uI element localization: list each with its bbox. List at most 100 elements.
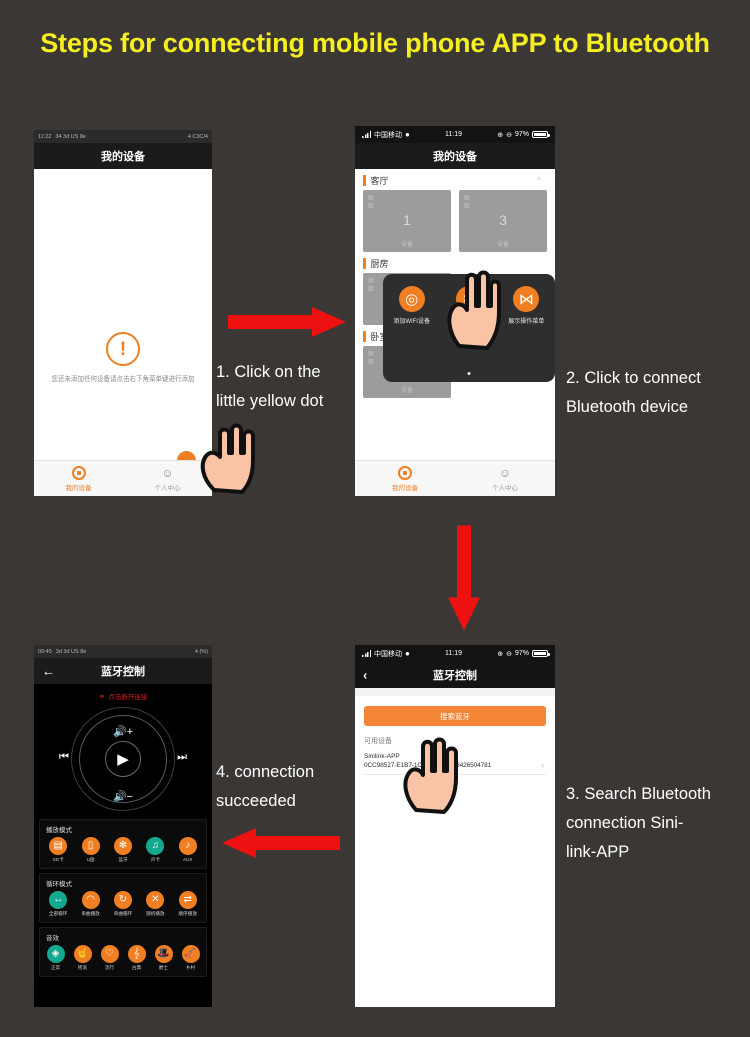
mode-item-aux[interactable]: ♪ AUX (173, 837, 203, 863)
device-icon: ▤ ▥ (464, 195, 470, 209)
country-effect-icon: 🎻 (181, 945, 200, 963)
chevron-left-icon[interactable]: ‹ (363, 669, 367, 682)
normal-effect-icon: ◈ (46, 945, 65, 963)
play-button[interactable]: ▶ (105, 741, 141, 777)
status-battery-pct: 97% (514, 131, 529, 138)
status-battery-pct: 97% (514, 650, 529, 657)
person-icon: ☺ (498, 465, 512, 480)
effect-item-normal[interactable]: ◈ 正常 (42, 945, 69, 971)
effect-item-jazz[interactable]: 🎩 爵士 (150, 945, 177, 971)
volume-down-button[interactable]: 🔊− (113, 790, 133, 803)
tab-my-devices[interactable]: 我的设备 (34, 461, 123, 496)
previous-track-button[interactable]: ⏮ (59, 751, 69, 764)
soundcard-icon: ♫ (146, 837, 165, 855)
nav-bar: ← 蓝牙控制 (34, 658, 212, 684)
status-carrier: 34 3d US 8e (55, 133, 86, 140)
repeat-one-icon: ↻ (113, 891, 132, 909)
status-time: 09:45 (38, 648, 52, 655)
status-carrier: 3d 3d US 8e (55, 648, 87, 655)
chevron-up-icon[interactable]: ^ (537, 176, 541, 185)
sequential-icon: ⇄ (178, 891, 197, 909)
popup-add-wifi-device[interactable]: ◎ 添加WIFI设备 (386, 286, 438, 325)
mode-label: 蓝牙 (118, 857, 128, 862)
status-battery: 4 C3C/4 (187, 133, 208, 140)
mode-label: 乡村 (185, 965, 196, 970)
device-card[interactable]: ▤ ▥ 3 设备 (459, 190, 547, 252)
usb-icon: ▯ (81, 837, 100, 855)
status-battery: 4 (%) (194, 648, 208, 655)
hand-cursor-2 (447, 270, 501, 350)
chevron-right-icon: › (541, 760, 544, 770)
effect-item-rock[interactable]: 🤘 摇滚 (69, 945, 96, 971)
divider (355, 688, 555, 696)
device-number: 1 (403, 212, 411, 228)
shuffle-icon: ✕ (146, 891, 165, 909)
loop-item-all[interactable]: ↔ 全部循环 (43, 891, 73, 917)
tab-profile[interactable]: ☺ 个人中心 (455, 461, 555, 496)
tutorial-page: Steps for connecting mobile phone APP to… (0, 0, 750, 1037)
popup-show-action-menu[interactable]: ⋈ 展示操作菜单 (500, 286, 552, 325)
wifi-icon: ● (405, 648, 410, 658)
pop-effect-icon: ♡ (100, 945, 119, 963)
section-title: 厨房 (370, 259, 389, 269)
caption-step-4: 4. connection succeeded (216, 758, 366, 816)
person-icon: ☺ (161, 465, 174, 480)
nav-title: 我的设备 (433, 151, 477, 163)
status-bar: 09:45 3d 3d US 8e 4 (%) (34, 645, 212, 658)
mode-item-bluetooth[interactable]: ✻ 蓝牙 (108, 837, 138, 863)
section-accent-bar (363, 175, 366, 186)
device-icon: ▤ ▥ (368, 278, 374, 292)
device-ring-icon (71, 465, 86, 480)
nav-bar: 我的设备 (355, 143, 555, 169)
loop-item-sequential[interactable]: ⇄ 顺序播放 (173, 891, 203, 917)
arrow-step-2-to-3 (448, 525, 480, 631)
classical-effect-icon: 𝄞 (127, 945, 146, 963)
disconnect-row[interactable]: ⚭ 点击断开连接 (34, 684, 212, 703)
tab-label: 个人中心 (492, 484, 518, 492)
device-card-row: ▤ ▥ 1 设备 ▤ ▥ 3 设备 (355, 190, 555, 252)
grid-dots-icon: ⋈ (513, 286, 540, 312)
loop-item-single-play[interactable]: ◠ 单曲播放 (76, 891, 106, 917)
device-card[interactable]: ▤ ▥ 1 设备 (363, 190, 451, 252)
arrow-step-1 (228, 307, 346, 337)
effect-item-country[interactable]: 🎻 乡村 (177, 945, 204, 971)
mode-label: 单曲播放 (81, 911, 100, 916)
next-track-button[interactable]: ⏭ (177, 751, 187, 764)
effect-item-pop[interactable]: ♡ 流行 (96, 945, 123, 971)
device-number: 3 (499, 212, 507, 228)
mode-item-soundcard[interactable]: ♫ 声卡 (140, 837, 170, 863)
status-bar: 中国移动 ● 11:19 ⊕ ⊖ 97% (355, 645, 555, 662)
status-carrier: 中国移动 (374, 650, 402, 658)
disconnect-icon: ⚭ (98, 691, 106, 701)
caption-step-2: 2. Click to connect Bluetooth device (566, 364, 746, 422)
sd-card-icon: ▤ (49, 837, 68, 855)
mode-item-usb[interactable]: ▯ U盘 (76, 837, 106, 863)
caption-line: 4. connection (216, 763, 315, 781)
phone-screenshot-1: 11:22 34 3d US 8e 4 C3C/4 我的设备 ! 您还未添加任何… (34, 130, 212, 496)
nav-title: 蓝牙控制 (433, 670, 477, 682)
effect-item-classical[interactable]: 𝄞 古典 (123, 945, 150, 971)
mode-item-sd[interactable]: ▤ SD卡 (43, 837, 73, 863)
bluetooth-control-body: ⚭ 点击断开连接 🔊+ 🔊− ⏮ ⏭ ▶ 播放模式 ▤ SD卡 ▯ U盘 ✻ 蓝… (34, 684, 212, 1007)
bottom-tab-bar: 我的设备 ☺ 个人中心 (34, 460, 212, 496)
warning-icon: ! (106, 332, 140, 366)
headphone-icon: ⊖ (506, 131, 512, 139)
scan-bluetooth-button[interactable]: 搜索蓝牙 (364, 706, 546, 726)
media-dial: 🔊+ 🔊− ⏮ ⏭ ▶ (34, 703, 212, 815)
arrow-step-4 (222, 828, 340, 858)
tab-my-devices[interactable]: 我的设备 (355, 461, 455, 496)
group-title: 播放模式 (46, 827, 72, 834)
loop-item-single-repeat[interactable]: ↻ 单曲循环 (108, 891, 138, 917)
section-accent-bar (363, 258, 366, 269)
mode-label: 正常 (50, 965, 61, 970)
arrow-left-icon[interactable]: ← (42, 665, 55, 678)
volume-up-button[interactable]: 🔊+ (113, 725, 133, 738)
mode-label: 摇滚 (77, 965, 88, 970)
group-title: 循环模式 (46, 881, 72, 888)
loop-item-shuffle[interactable]: ✕ 随机播放 (140, 891, 170, 917)
section-header-living-room: 客厅 ^ (355, 169, 555, 190)
hand-cursor-3 (403, 737, 458, 814)
sound-effect-group: 音效 ◈ 正常 🤘 摇滚 ♡ 流行 𝄞 古典 🎩 爵士 🎻 乡村 (39, 927, 207, 977)
empty-state-text: 您还未添加任何设备请点击右下角菜单键进行添加 (51, 375, 195, 384)
jazz-effect-icon: 🎩 (154, 945, 173, 963)
